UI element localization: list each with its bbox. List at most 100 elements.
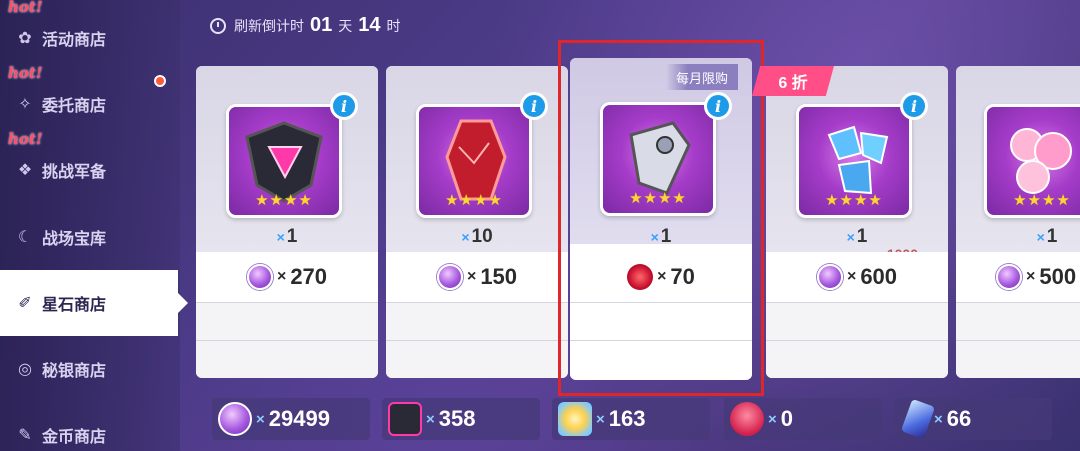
sidebar-item-crystal-shop[interactable]: ✐ 星石商店: [0, 270, 188, 336]
shop-item-card[interactable]: ★★★★ i × 10 × 150: [386, 66, 568, 378]
price-value: 270: [290, 264, 328, 289]
shop-item-card[interactable]: ★★★★ i × 1 × 270: [196, 66, 378, 378]
times-sign: ×: [934, 410, 943, 428]
card-row: [386, 302, 568, 340]
item-quantity: × 1: [196, 226, 378, 248]
sidebar-item-label: 星石商店: [42, 297, 107, 314]
sidebar-item-mithril-shop[interactable]: ◎ 秘银商店: [0, 336, 180, 402]
timer-days: 01: [310, 14, 333, 36]
sidebar-item-label: 委托商店: [42, 98, 107, 115]
sidebar-item-commission-shop[interactable]: hot! ✧ 委托商店: [0, 64, 180, 132]
info-button[interactable]: i: [520, 92, 548, 120]
sidebar-item-label: 活动商店: [42, 32, 107, 49]
commission-shop-icon: ✧: [18, 96, 32, 113]
times-sign: ×: [426, 410, 435, 428]
clock-icon: [210, 17, 226, 34]
refresh-timer: 刷新倒计时 01 天 14 时: [210, 14, 401, 37]
red-token-icon: [730, 402, 764, 436]
challenge-armory-icon: ❖: [17, 162, 33, 179]
hot-badge: hot!: [8, 64, 43, 82]
times-sign: ×: [276, 229, 285, 245]
timer-prefix: 刷新倒计时: [234, 17, 304, 34]
quantity-value: 1: [856, 226, 868, 247]
card-row: [386, 340, 568, 378]
price-value: 150: [480, 264, 518, 289]
times-sign: ×: [1026, 268, 1036, 285]
sidebar-item-challenge-armory[interactable]: hot! ❖ 挑战军备: [0, 130, 180, 198]
price-row: × 500: [956, 252, 1080, 302]
currency-blade-shards: × 66: [894, 398, 1052, 440]
info-button[interactable]: i: [330, 92, 358, 120]
sidebar-item-label: 秘银商店: [42, 363, 107, 380]
currency-amount: 358: [438, 406, 476, 431]
times-sign: ×: [846, 229, 855, 245]
crystal-icon: [996, 264, 1022, 290]
item-quantity: × 1: [766, 226, 948, 248]
crystal-icon: [246, 264, 273, 290]
rarity-stars: ★★★★: [255, 192, 313, 209]
selection-highlight: [558, 40, 764, 396]
card-row: [956, 340, 1080, 378]
currency-crystals: × 29499: [212, 398, 370, 440]
moon-icon: ☾: [17, 229, 33, 246]
weapon-core-icon: [388, 402, 422, 436]
item-quantity: × 10: [386, 226, 568, 248]
crystal-shop-icon: ✐: [18, 295, 32, 312]
card-row: [196, 340, 378, 378]
price-row: × 150: [386, 252, 568, 302]
card-row: [956, 302, 1080, 340]
quantity-value: 1: [286, 226, 298, 247]
quantity-value: 1: [1046, 226, 1058, 247]
timer-hours: 14: [358, 14, 381, 36]
card-row: [766, 340, 948, 378]
times-sign: ×: [461, 229, 470, 245]
sigil-icon: [558, 402, 592, 436]
card-row: [766, 302, 948, 340]
price-row: × 600: [766, 252, 948, 302]
item-quantity: × 1: [956, 226, 1080, 248]
times-sign: ×: [276, 268, 287, 285]
sidebar-item-coin-shop[interactable]: ✎ 金币商店: [0, 402, 180, 451]
shop-item-card[interactable]: ★★★★ i ×1 1000 × 600: [766, 66, 948, 378]
times-sign: ×: [256, 410, 265, 428]
item-image: ★★★★: [416, 104, 532, 218]
currency-amount: 0: [780, 406, 794, 431]
sidebar-item-label: 金币商店: [42, 429, 107, 446]
notification-dot: [154, 75, 166, 87]
times-sign: ×: [1036, 229, 1045, 245]
price-row: × 270: [196, 252, 378, 302]
times-sign: ×: [466, 268, 477, 285]
blade-shard-icon: [900, 398, 936, 440]
times-sign: ×: [768, 410, 777, 428]
currency-amount: 29499: [268, 406, 330, 431]
sidebar-item-label: 战场宝库: [42, 231, 107, 248]
timer-day-unit: 天: [338, 17, 353, 34]
price-value: 500: [1039, 264, 1077, 289]
discount-badge: 6 折: [752, 66, 834, 96]
shop-item-card[interactable]: ★★★★ × 1 × 500: [956, 66, 1080, 378]
event-shop-icon: ✿: [18, 30, 32, 47]
sidebar-item-event-shop[interactable]: hot! ✿ 活动商店: [0, 0, 180, 66]
times-sign: ×: [846, 268, 857, 285]
currency-amount: 66: [946, 406, 972, 431]
price-value: 600: [860, 264, 898, 289]
rarity-stars: ★★★★: [825, 192, 883, 209]
rarity-stars: ★★★★: [445, 192, 503, 209]
crystal-icon: [218, 402, 252, 436]
crystal-icon: [436, 264, 463, 290]
currency-red-token: × 0: [724, 398, 882, 440]
currency-weapon-cores: × 358: [382, 398, 540, 440]
currency-amount: 163: [608, 406, 646, 431]
sidebar-item-battlefield-vault[interactable]: ☾ 战场宝库: [0, 204, 180, 270]
sidebar: hot! ✿ 活动商店 hot! ✧ 委托商店 hot! ❖ 挑战军备 ☾ 战场…: [0, 0, 188, 451]
timer-hour-unit: 时: [386, 17, 401, 34]
sidebar-item-label: 挑战军备: [42, 164, 107, 181]
times-sign: ×: [596, 410, 605, 428]
currency-sigils: × 163: [552, 398, 710, 440]
crystal-icon: [816, 264, 843, 290]
quantity-value: 10: [471, 226, 493, 247]
info-button[interactable]: i: [900, 92, 928, 120]
card-row: [196, 302, 378, 340]
hot-badge: hot!: [8, 130, 43, 148]
rarity-stars: ★★★★: [1013, 192, 1071, 209]
